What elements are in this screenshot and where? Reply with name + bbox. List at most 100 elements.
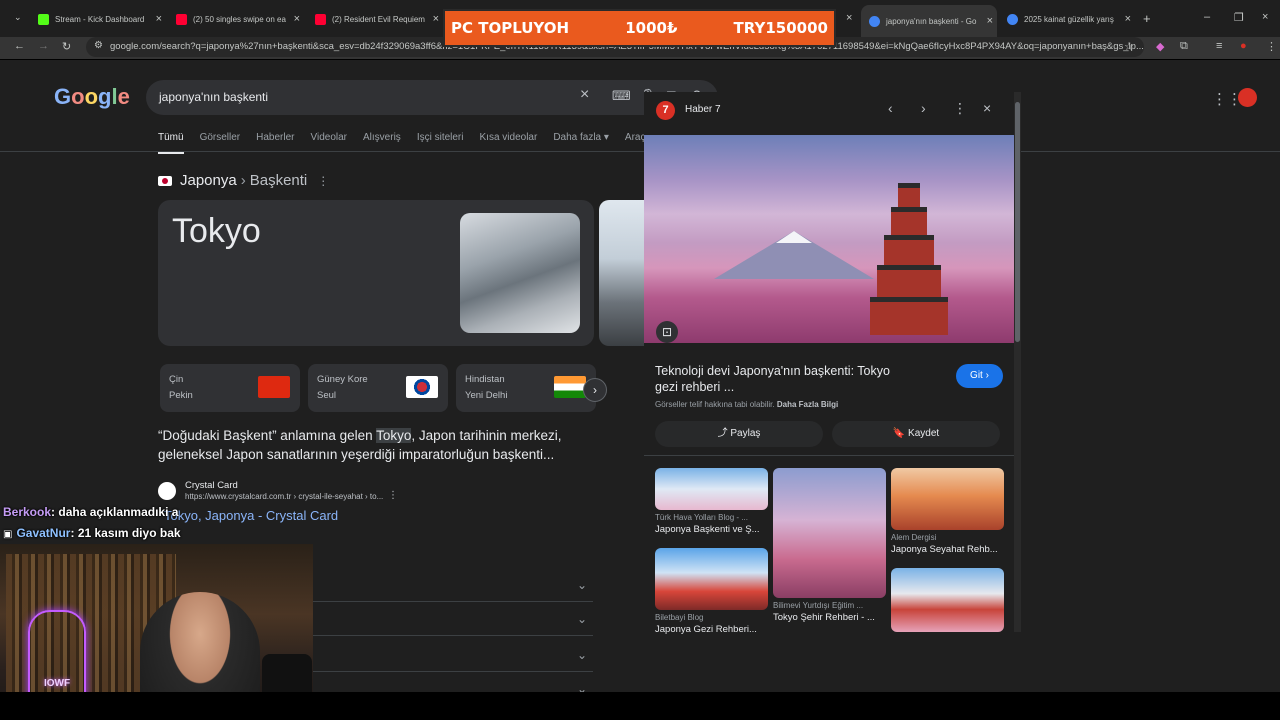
related-image-card[interactable]: Biletbayi Blog Japonya Gezi Rehberi... bbox=[655, 548, 768, 635]
country-name: Güney Kore bbox=[317, 374, 368, 385]
description-text: “Doğudaki Başkent” anlamına gelen bbox=[158, 428, 377, 443]
search-input[interactable]: japonya'nın başkenti bbox=[159, 90, 268, 104]
breadcrumb-separator: › bbox=[240, 172, 246, 189]
accordion-item[interactable]: ⌄ bbox=[313, 672, 593, 692]
related-title: Japonya Başkenti ve Ş... bbox=[655, 524, 760, 535]
close-icon[interactable]: × bbox=[987, 15, 993, 27]
new-tab-icon[interactable]: + bbox=[1143, 11, 1151, 26]
related-image bbox=[655, 468, 768, 510]
accordion-item[interactable]: ⌄ bbox=[313, 638, 593, 672]
extensions-puzzle-icon[interactable]: ⧉ bbox=[1180, 40, 1188, 53]
tab-kick-dashboard[interactable]: Stream - Kick Dashboard × bbox=[30, 8, 166, 30]
related-image-card[interactable]: Alem Dergisi Japonya Seyahat Rehb... bbox=[891, 468, 1004, 555]
accordion-item[interactable]: ⌄ bbox=[313, 602, 593, 636]
source-name[interactable]: Crystal Card bbox=[185, 480, 238, 491]
tab-search-icon[interactable]: ⌄ bbox=[14, 12, 22, 23]
pagoda-fuji-image[interactable]: ⊡ bbox=[644, 135, 1014, 343]
viewer-source-name[interactable]: Haber 7 bbox=[685, 104, 721, 115]
image-viewer-panel: 7 Haber 7 ‹ › ⋮ × ⊡ Teknoloji devi Japon… bbox=[644, 92, 1014, 635]
keyboard-icon[interactable]: ⌨ bbox=[612, 88, 631, 104]
source-title-link[interactable]: Tokyo, Japonya - Crystal Card bbox=[164, 508, 338, 523]
site-info-icon[interactable]: ⚙ bbox=[94, 40, 103, 51]
source-logo: 7 bbox=[656, 101, 675, 120]
close-icon[interactable]: × bbox=[846, 12, 852, 24]
more-options-icon[interactable]: ⋮ bbox=[317, 174, 329, 188]
tokyo-fuji-image[interactable] bbox=[599, 200, 644, 346]
chevron-left-icon[interactable]: ‹ bbox=[888, 100, 893, 116]
chevron-down-icon[interactable]: ⌄ bbox=[577, 648, 587, 662]
more-options-icon[interactable]: ⋮ bbox=[953, 100, 967, 117]
tab-title: 2025 kainat güzellik yarış bbox=[1024, 14, 1114, 24]
city-card-india[interactable]: Hindistan Yeni Delhi bbox=[456, 364, 596, 412]
tab-google-search-2[interactable]: 2025 kainat güzellik yarış × bbox=[999, 8, 1135, 30]
forward-icon[interactable]: → bbox=[38, 40, 49, 52]
close-icon[interactable]: × bbox=[983, 100, 991, 116]
chevron-right-icon[interactable]: › bbox=[921, 100, 926, 116]
india-flag-icon bbox=[554, 376, 586, 398]
tab-youtube-2[interactable]: (2) Resident Evil Requiem × bbox=[307, 8, 443, 30]
related-source: Türk Hava Yolları Blog - ... bbox=[655, 513, 748, 522]
close-icon[interactable]: × bbox=[156, 13, 162, 25]
related-image bbox=[655, 548, 768, 610]
minimize-icon[interactable]: – bbox=[1204, 11, 1210, 23]
related-image bbox=[773, 468, 886, 598]
source-url[interactable]: https://www.crystalcard.com.tr › crystal… bbox=[185, 492, 383, 501]
related-source: Alem Dergisi bbox=[891, 533, 937, 542]
search-box[interactable]: japonya'nın başkenti × ⌨ 🎙 ⊡ ⚲ bbox=[146, 80, 718, 115]
city-card-south-korea[interactable]: Güney Kore Seul bbox=[308, 364, 448, 412]
tab-google-search-active[interactable]: japonya'nın başkenti - Go × bbox=[861, 5, 997, 37]
viewer-title[interactable]: Teknoloji devi Japonya'nın başkenti: Tok… bbox=[655, 363, 915, 395]
related-source: Biletbayi Blog bbox=[655, 613, 704, 622]
related-image-card[interactable]: Türk Hava Yolları Blog - ... Japonya Baş… bbox=[655, 468, 768, 535]
more-options-icon[interactable]: ⋮ bbox=[388, 490, 398, 501]
chat-badge-icon: ▣ bbox=[3, 529, 13, 540]
maximize-icon[interactable]: ❐ bbox=[1234, 11, 1244, 24]
south-korea-flag-icon bbox=[406, 376, 438, 398]
city-card-china[interactable]: Çin Pekin bbox=[160, 364, 300, 412]
tab-title: japonya'nın başkenti - Go bbox=[886, 16, 977, 26]
related-image-card[interactable] bbox=[891, 568, 1004, 632]
answer-title: Tokyo bbox=[172, 212, 261, 250]
capital-name: Yeni Delhi bbox=[465, 390, 508, 401]
bookmark-star-icon[interactable]: ☆ bbox=[1124, 40, 1134, 53]
chevron-right-icon[interactable]: › bbox=[583, 378, 607, 402]
google-icon bbox=[869, 15, 880, 27]
extension-icon[interactable]: ◆ bbox=[1156, 40, 1164, 53]
china-flag-icon bbox=[258, 376, 290, 398]
stream-banner: PC TOPLUYOH 1000₺ TRY150000 bbox=[443, 9, 836, 47]
banner-right-text: TRY150000 bbox=[733, 19, 828, 37]
tab-youtube-1[interactable]: (2) 50 singles swipe on ea × bbox=[168, 8, 304, 30]
avatar[interactable] bbox=[1238, 88, 1257, 107]
chevron-down-icon[interactable]: ⌄ bbox=[577, 612, 587, 626]
media-control-icon[interactable]: ≡ bbox=[1216, 40, 1222, 52]
scrollbar-thumb[interactable] bbox=[1015, 102, 1020, 342]
profile-icon[interactable]: ● bbox=[1240, 40, 1247, 52]
chevron-down-icon[interactable]: ⌄ bbox=[577, 682, 587, 692]
kick-icon bbox=[38, 13, 49, 25]
rights-text: Görseller telif hakkına tabi olabilir. bbox=[655, 400, 775, 409]
chat-text: : daha açıklanmadıki a bbox=[51, 505, 179, 519]
close-icon[interactable]: × bbox=[433, 13, 439, 25]
chevron-down-icon[interactable]: ⌄ bbox=[577, 578, 587, 592]
crystal-card-icon bbox=[158, 482, 176, 500]
share-button[interactable]: ⤴ Paylaş bbox=[655, 421, 823, 447]
mountain-shape bbox=[714, 231, 874, 279]
capital-name: Seul bbox=[317, 390, 337, 401]
window-close-icon[interactable]: × bbox=[1262, 11, 1268, 23]
tokyo-city-image[interactable] bbox=[460, 213, 580, 333]
visit-button[interactable]: Git › bbox=[956, 364, 1003, 388]
lens-icon[interactable]: ⊡ bbox=[656, 321, 678, 343]
save-button[interactable]: 🔖 Kaydet bbox=[832, 421, 1000, 447]
google-logo[interactable]: Google bbox=[54, 84, 130, 110]
reload-icon[interactable]: ↻ bbox=[62, 40, 71, 53]
entity-name[interactable]: Japonya bbox=[180, 172, 237, 189]
close-icon[interactable]: × bbox=[1125, 13, 1131, 25]
related-image-card[interactable]: Bilimevi Yurtdışı Eğitim ... Tokyo Şehir… bbox=[773, 468, 886, 623]
description-highlight: Tokyo bbox=[376, 428, 412, 443]
close-icon[interactable]: × bbox=[294, 13, 300, 25]
back-icon[interactable]: ← bbox=[14, 40, 25, 52]
browser-menu-icon[interactable]: ⋮ bbox=[1266, 40, 1277, 53]
accordion-item[interactable]: ⌄ bbox=[313, 568, 593, 602]
learn-more-link[interactable]: Daha Fazla Bilgi bbox=[777, 400, 838, 409]
clear-icon[interactable]: × bbox=[580, 86, 589, 104]
